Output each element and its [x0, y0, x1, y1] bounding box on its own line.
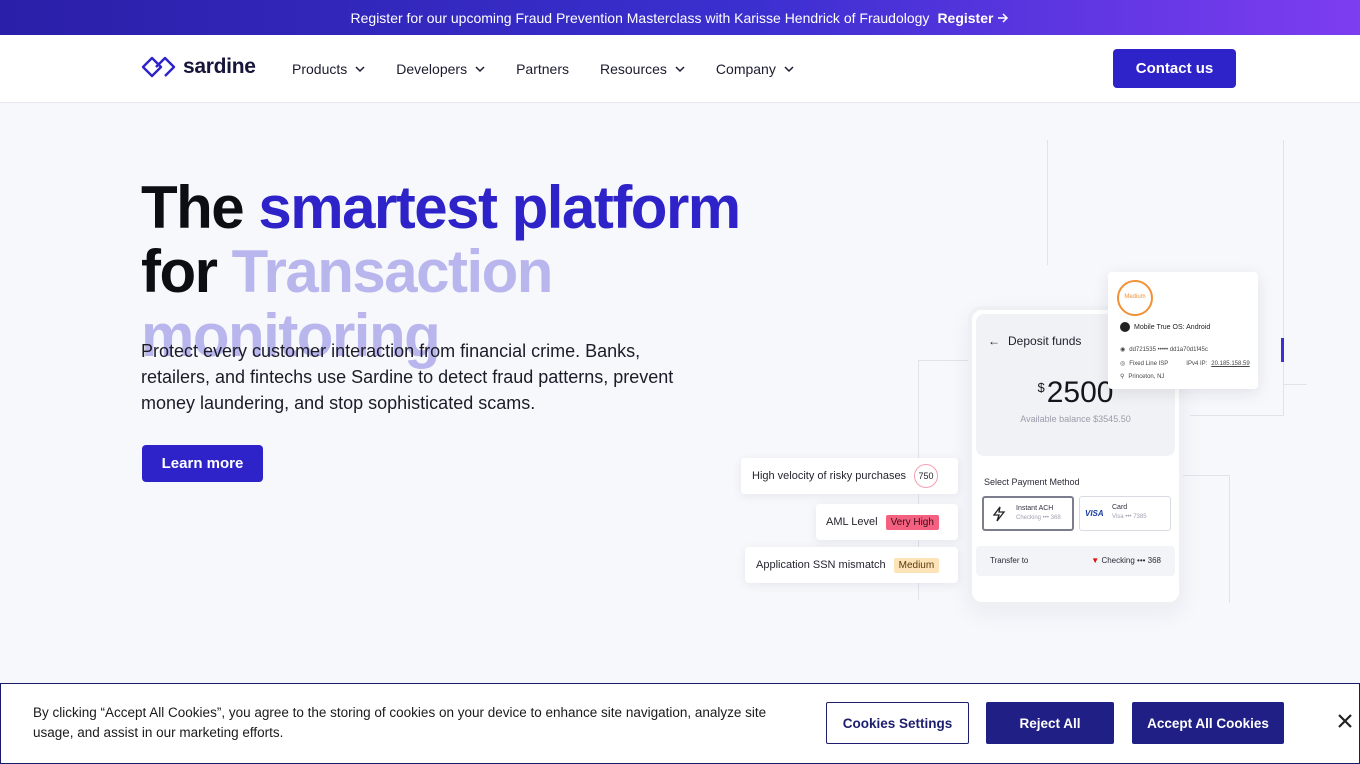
visa-icon: VISA	[1085, 509, 1104, 518]
chevron-down-icon	[475, 66, 485, 73]
card-sub: Visa ••• 7385	[1112, 514, 1147, 520]
nav-item-label: Partners	[516, 61, 569, 77]
top-nav: sardine Products Developers Partners Res…	[0, 35, 1360, 103]
grid-line	[1229, 475, 1230, 603]
grid-line	[1190, 415, 1284, 416]
accent-marker	[1281, 338, 1284, 362]
signal-ssn: Application SSN mismatch Medium	[745, 547, 958, 583]
device-intel-card: Medium Mobile True OS: Android ◉ dd72153…	[1108, 272, 1258, 389]
signal-label: AML Level	[826, 516, 878, 528]
device-isp-row: ◎ Fixed Line ISP IPv4 IP: 20.185.158.59	[1120, 360, 1250, 368]
phone-icon	[1120, 322, 1130, 332]
lightning-icon	[992, 506, 1006, 522]
device-os: Mobile True OS: Android	[1134, 323, 1211, 331]
device-os-row: Mobile True OS: Android	[1120, 322, 1210, 332]
hero-title-word: for	[141, 238, 218, 305]
risk-ring: Medium	[1117, 280, 1153, 316]
signal-aml: AML Level Very High	[816, 504, 958, 540]
very-high-badge: Very High	[885, 514, 939, 530]
announcement-message: Register for our upcoming Fraud Preventi…	[350, 9, 930, 26]
nav-item-label: Developers	[396, 61, 468, 77]
transfer-account-label: Checking ••• 368	[1101, 556, 1161, 565]
contact-us-button[interactable]: Contact us	[1113, 49, 1236, 88]
amount-value: 2500	[1046, 376, 1114, 409]
device-ip-label: IPv4 IP:	[1186, 360, 1208, 367]
medium-badge: Medium	[893, 557, 940, 573]
signal-label: Application SSN mismatch	[756, 559, 886, 571]
back-arrow-icon: ←	[988, 334, 1000, 348]
globe-icon: ◎	[1120, 361, 1126, 367]
transfer-label: Transfer to	[990, 556, 1029, 565]
reject-all-button[interactable]: Reject All	[986, 702, 1114, 744]
nav-item-products[interactable]: Products	[292, 61, 365, 77]
card-option: VISA Card Visa ••• 7385	[1079, 496, 1171, 531]
nav-item-company[interactable]: Company	[716, 61, 794, 77]
hero-title-accent: smartest platform	[258, 174, 741, 241]
signal-label: High velocity of risky purchases	[752, 470, 907, 482]
device-id: dd721535 ••••• dd1a70d1f45c	[1129, 346, 1208, 353]
hero-title-word: The	[141, 174, 245, 241]
chevron-down-icon	[675, 66, 685, 73]
instant-ach-option: Instant ACH Checking ••• 368	[982, 496, 1074, 531]
deposit-title: Deposit funds	[1008, 334, 1082, 348]
nav-item-label: Products	[292, 61, 348, 77]
grid-line	[1283, 140, 1284, 415]
announcement-bar: Register for our upcoming Fraud Preventi…	[0, 0, 1360, 35]
grid-line	[1180, 475, 1230, 476]
device-location-row: ⚲ Princeton, NJ	[1120, 373, 1165, 381]
grid-line	[918, 360, 968, 361]
chevron-down-icon	[784, 66, 794, 73]
sardine-logo-icon	[141, 56, 176, 78]
device-id-row: ◉ dd721535 ••••• dd1a70d1f45c	[1120, 346, 1208, 354]
hero-description: Protect every customer interaction from …	[141, 341, 674, 413]
arrow-right-icon	[998, 12, 1009, 23]
nav-menu: Products Developers Partners Resources C…	[292, 35, 825, 103]
available-balance: Available balance $3545.50	[1020, 414, 1131, 424]
register-label: Register	[937, 9, 994, 26]
id-icon: ◉	[1120, 347, 1126, 353]
device-ip: 20.185.158.59	[1211, 360, 1250, 367]
device-isp: Fixed Line ISP	[1129, 360, 1169, 367]
register-link[interactable]: Register	[937, 10, 1009, 26]
bank-icon: ▼	[1091, 556, 1100, 565]
logo[interactable]: sardine	[141, 54, 256, 80]
learn-more-button[interactable]: Learn more	[142, 445, 263, 482]
transfer-account: ▼ Checking ••• 368	[1091, 556, 1161, 565]
accept-all-cookies-button[interactable]: Accept All Cookies	[1132, 702, 1284, 744]
chevron-down-icon	[355, 66, 365, 73]
select-method-label: Select Payment Method	[984, 477, 1080, 487]
cookie-text: By clicking “Accept All Cookies”, you ag…	[33, 705, 767, 740]
nav-item-label: Company	[715, 61, 776, 77]
deposit-header: ← Deposit funds	[988, 334, 1081, 348]
cookies-settings-button[interactable]: Cookies Settings	[826, 702, 969, 744]
grid-line	[1047, 140, 1048, 265]
nav-item-developers[interactable]: Developers	[396, 61, 485, 77]
transfer-row: Transfer to ▼ Checking ••• 368	[976, 546, 1175, 576]
currency-symbol: $	[1037, 380, 1045, 395]
location-pin-icon: ⚲	[1120, 374, 1125, 380]
nav-item-resources[interactable]: Resources	[600, 61, 685, 77]
ach-title: Instant ACH	[1016, 505, 1054, 512]
device-location: Princeton, NJ	[1128, 373, 1165, 380]
close-icon[interactable]	[1334, 710, 1356, 732]
card-title: Card	[1112, 504, 1128, 511]
nav-item-label: Resources	[600, 61, 667, 77]
logo-text: sardine	[183, 55, 256, 78]
ach-sub: Checking ••• 368	[1016, 515, 1061, 521]
product-illustration: ← Deposit funds $2500 Available balance …	[720, 130, 1340, 630]
score-badge: 750	[914, 464, 939, 488]
cookie-banner: By clicking “Accept All Cookies”, you ag…	[0, 683, 1360, 764]
grid-line	[1283, 384, 1307, 385]
nav-item-partners[interactable]: Partners	[516, 61, 569, 77]
signal-velocity: High velocity of risky purchases 750	[741, 458, 958, 494]
